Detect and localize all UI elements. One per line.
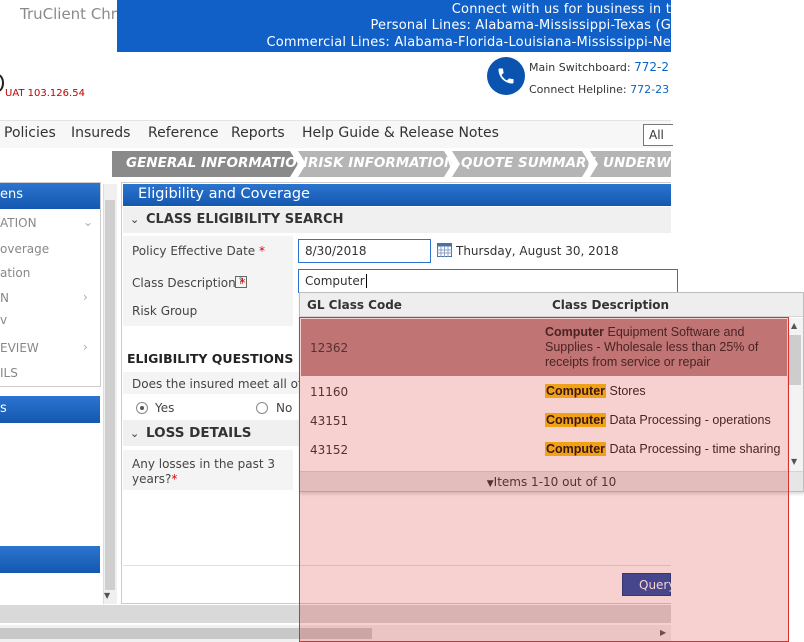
required-mark: * (259, 244, 266, 258)
losses-question-line2-text: years? (132, 472, 172, 486)
switchboard-label: Main Switchboard: (529, 61, 631, 74)
losses-question-line2: years?* (132, 472, 177, 486)
loss-details-section-header[interactable]: ⌄ LOSS DETAILS (123, 420, 299, 446)
phone-icon (487, 57, 525, 95)
chevron-down-icon: ⌄ (130, 427, 140, 440)
switchboard-number[interactable]: 772-2 (634, 60, 669, 74)
chevron-down-icon: ⌄ (130, 213, 140, 226)
left-item-3[interactable]: ation (0, 266, 30, 280)
helpline-contact: Connect Helpline: 772-23 (529, 83, 669, 96)
logo-icon (0, 74, 4, 92)
no-label[interactable]: No (276, 401, 292, 415)
scope-select[interactable]: All (643, 124, 673, 146)
yes-label[interactable]: Yes (155, 401, 174, 415)
policy-date-long: Thursday, August 30, 2018 (456, 244, 619, 258)
nav-policies[interactable]: Policies (4, 125, 56, 141)
helpline-number[interactable]: 772-23 (630, 83, 669, 96)
switchboard-contact: Main Switchboard: 772-2 (529, 60, 669, 74)
chevron-down-icon[interactable]: ⌄ (83, 215, 93, 229)
left-item-5[interactable]: v (0, 313, 7, 327)
class-search-section-header[interactable]: ⌄ CLASS ELIGIBILITY SEARCH (123, 207, 671, 233)
left-item-2[interactable]: overage (0, 242, 49, 256)
chevron-right-icon[interactable]: › (83, 290, 88, 304)
step-general-information[interactable]: GENERAL INFORMATION (126, 151, 308, 177)
left-item-6[interactable]: EVIEW (0, 341, 39, 355)
scroll-down-icon[interactable]: ▼ (104, 591, 110, 600)
contact-banner: Connect with us for business in t Person… (117, 0, 671, 52)
risk-group-label: Risk Group (132, 304, 198, 318)
help-icon[interactable]: ? (235, 276, 247, 288)
class-desc-label: Class Description * (132, 276, 246, 290)
helpline-label: Connect Helpline: (529, 83, 627, 96)
loss-details-title: LOSS DETAILS (146, 425, 252, 441)
scroll-up-icon[interactable]: ▲ (791, 321, 797, 330)
policy-date-label-text: Policy Effective Date (132, 244, 256, 258)
environment-label: UAT 103.126.54 (5, 88, 85, 99)
no-radio[interactable] (256, 402, 268, 414)
col-class-description: Class Description (552, 298, 670, 312)
left-panel (0, 182, 101, 387)
text-cursor (365, 274, 367, 288)
left-item-7[interactable]: ILS (0, 366, 18, 380)
calendar-icon[interactable] (437, 243, 452, 257)
left-item-4[interactable]: N (0, 291, 9, 305)
selection-overlay (299, 317, 789, 642)
nav-insureds[interactable]: Insureds (71, 125, 130, 141)
step-underwriting[interactable]: UNDERWRI (603, 151, 686, 177)
step-quote-summary[interactable]: QUOTE SUMMARY (461, 151, 595, 177)
eligibility-questions-title: ELIGIBILITY QUESTIONS (127, 351, 294, 366)
left-panel-header-3[interactable] (0, 546, 100, 573)
policy-date-input[interactable]: 8/30/2018 (298, 239, 431, 263)
policy-date-label: Policy Effective Date * (132, 244, 265, 258)
col-gl-class-code: GL Class Code (307, 298, 402, 312)
class-desc-label-text: Class Description (132, 276, 236, 290)
losses-question-line1: Any losses in the past 3 (132, 457, 275, 471)
left-panel-header-2[interactable]: s (0, 396, 100, 423)
banner-line-1: Connect with us for business in t (451, 2, 671, 17)
step-risk-information[interactable]: RISK INFORMATION (308, 151, 455, 177)
eligibility-question: Does the insured meet all of the (132, 377, 326, 391)
banner-line-2: Personal Lines: Alabama-Mississippi-Texa… (370, 18, 671, 33)
chevron-right-icon[interactable]: › (83, 340, 88, 354)
class-search-title: CLASS ELIGIBILITY SEARCH (146, 212, 344, 227)
nav-reports[interactable]: Reports (231, 125, 285, 141)
class-description-input[interactable]: Computer (298, 269, 678, 293)
nav-help-guide[interactable]: Help Guide & Release Notes (302, 125, 499, 141)
panel-title: Eligibility and Coverage (123, 184, 671, 206)
left-item-1[interactable]: ATION (0, 216, 37, 230)
left-panel-header[interactable]: ens (0, 183, 100, 209)
nav-reference[interactable]: Reference (148, 125, 219, 141)
required-mark: * (171, 472, 178, 486)
yes-radio[interactable] (136, 402, 148, 414)
dropdown-scrollbar-thumb[interactable] (789, 335, 801, 385)
class-description-value: Computer (305, 274, 365, 288)
banner-line-3: Commercial Lines: Alabama-Florida-Louisi… (266, 35, 671, 50)
left-scrollbar-thumb[interactable] (105, 200, 115, 590)
scroll-down-icon[interactable]: ▼ (791, 457, 797, 466)
